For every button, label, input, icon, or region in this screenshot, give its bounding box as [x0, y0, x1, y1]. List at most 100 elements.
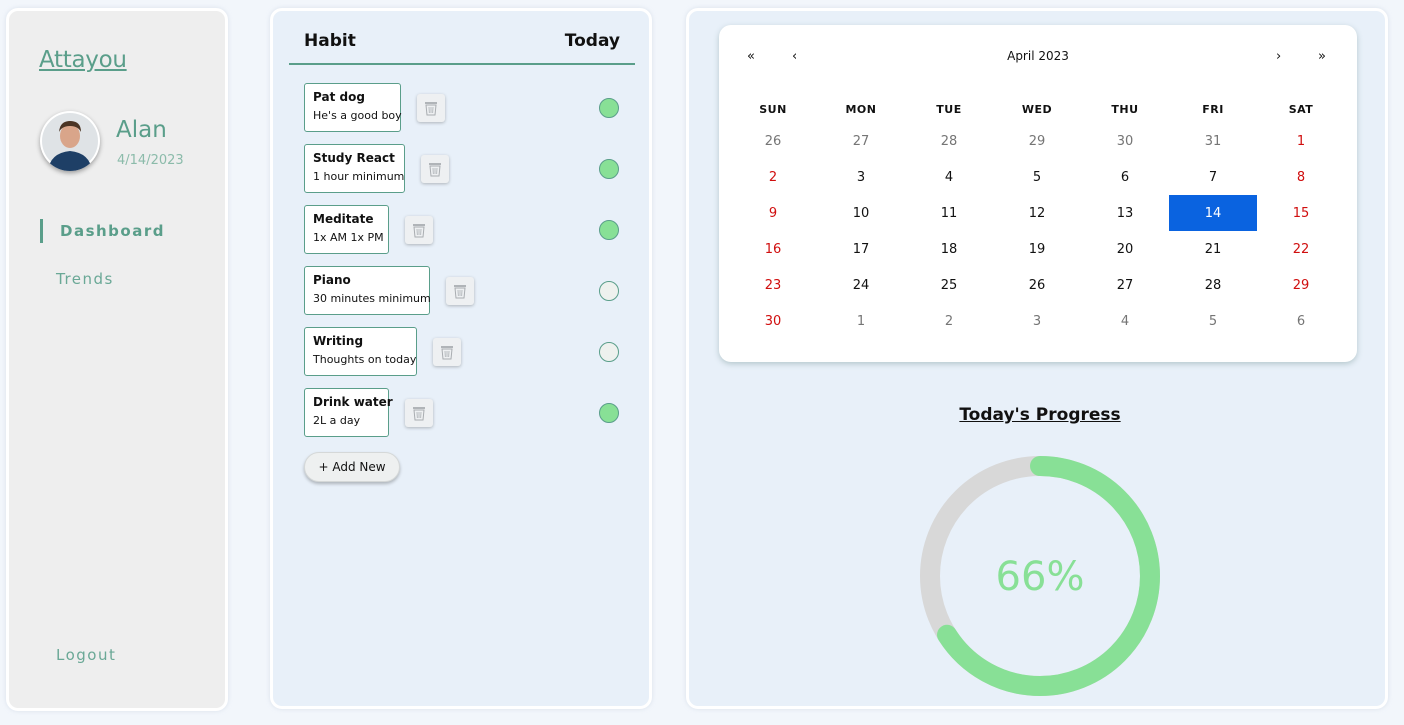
- delete-habit-button[interactable]: [421, 155, 449, 183]
- calendar-day[interactable]: 28: [905, 123, 993, 159]
- calendar-day[interactable]: 16: [729, 231, 817, 267]
- delete-habit-button[interactable]: [417, 94, 445, 122]
- calendar: « ‹ April 2023 › » SUN MON TUE WED THU FRI SAT…: [719, 25, 1357, 362]
- nav-active-indicator: [40, 219, 43, 243]
- calendar-day[interactable]: 25: [905, 267, 993, 303]
- habit-row: Study React 1 hour minimum: [304, 144, 624, 194]
- habit-card[interactable]: Pat dog He's a good boy: [304, 83, 402, 132]
- weekday-label: MON: [845, 102, 877, 116]
- calendar-day[interactable]: 18: [905, 231, 993, 267]
- calendar-week-row: 30 1 2 3 4 5 6: [729, 303, 1345, 339]
- calendar-day[interactable]: 8: [1257, 159, 1345, 195]
- add-habit-button[interactable]: + Add New: [304, 452, 400, 482]
- trash-icon: [425, 101, 437, 115]
- calendar-day[interactable]: 29: [993, 123, 1081, 159]
- today-column-header: Today: [564, 31, 620, 51]
- dashboard-panel: « ‹ April 2023 › » SUN MON TUE WED THU FRI SAT…: [686, 8, 1388, 709]
- calendar-day[interactable]: 9: [729, 195, 817, 231]
- habit-status-toggle[interactable]: [599, 403, 619, 423]
- habits-table-header: Habit Today: [289, 31, 635, 65]
- nav-dashboard[interactable]: Dashboard: [60, 222, 165, 240]
- habit-card[interactable]: Study React 1 hour minimum: [304, 144, 405, 193]
- calendar-day[interactable]: 30: [729, 303, 817, 339]
- weekday-header-row: SUN MON TUE WED THU FRI SAT: [729, 95, 1345, 123]
- delete-habit-button[interactable]: [433, 338, 461, 366]
- habit-title: Pat dog: [313, 90, 365, 104]
- habit-row: Drink water 2L a day: [304, 388, 624, 438]
- habit-status-toggle[interactable]: [599, 342, 619, 362]
- brand-logo[interactable]: Attayou: [39, 47, 127, 73]
- trash-icon: [413, 223, 425, 237]
- habit-status-toggle[interactable]: [599, 98, 619, 118]
- calendar-day[interactable]: 13: [1081, 195, 1169, 231]
- delete-habit-button[interactable]: [405, 216, 433, 244]
- calendar-day[interactable]: 14: [1169, 195, 1257, 231]
- calendar-week-row: 26 27 28 29 30 31 1: [729, 123, 1345, 159]
- delete-habit-button[interactable]: [446, 277, 474, 305]
- calendar-day[interactable]: 30: [1081, 123, 1169, 159]
- logout-button[interactable]: Logout: [56, 646, 116, 664]
- calendar-day[interactable]: 31: [1169, 123, 1257, 159]
- trash-icon: [429, 162, 441, 176]
- next-month-button[interactable]: ›: [1276, 49, 1281, 64]
- calendar-week-row: 16 17 18 19 20 21 22: [729, 231, 1345, 267]
- calendar-day[interactable]: 4: [1081, 303, 1169, 339]
- calendar-day[interactable]: 28: [1169, 267, 1257, 303]
- habit-card[interactable]: Drink water 2L a day: [304, 388, 393, 437]
- calendar-day[interactable]: 12: [993, 195, 1081, 231]
- calendar-day[interactable]: 21: [1169, 231, 1257, 267]
- habit-card[interactable]: Writing Thoughts on today: [304, 327, 417, 376]
- progress-ring: 66%: [920, 456, 1160, 696]
- progress-percent: 66%: [996, 554, 1085, 600]
- calendar-day[interactable]: 2: [905, 303, 993, 339]
- calendar-day[interactable]: 26: [993, 267, 1081, 303]
- calendar-day[interactable]: 4: [905, 159, 993, 195]
- calendar-day[interactable]: 3: [817, 159, 905, 195]
- calendar-day[interactable]: 1: [817, 303, 905, 339]
- calendar-day[interactable]: 1: [1257, 123, 1345, 159]
- habit-card[interactable]: Meditate 1x AM 1x PM: [304, 205, 389, 254]
- weekday-label: SAT: [1288, 102, 1314, 116]
- calendar-day[interactable]: 10: [817, 195, 905, 231]
- habit-row: Pat dog He's a good boy: [304, 83, 624, 133]
- next-year-button[interactable]: »: [1318, 49, 1326, 64]
- calendar-day[interactable]: 2: [729, 159, 817, 195]
- calendar-day[interactable]: 19: [993, 231, 1081, 267]
- calendar-day[interactable]: 22: [1257, 231, 1345, 267]
- habit-description: 2L a day: [313, 414, 361, 427]
- trash-icon: [441, 345, 453, 359]
- calendar-day[interactable]: 20: [1081, 231, 1169, 267]
- calendar-day[interactable]: 17: [817, 231, 905, 267]
- habit-status-toggle[interactable]: [599, 159, 619, 179]
- calendar-day[interactable]: 5: [1169, 303, 1257, 339]
- delete-habit-button[interactable]: [405, 399, 433, 427]
- calendar-day[interactable]: 29: [1257, 267, 1345, 303]
- trash-icon: [454, 284, 466, 298]
- user-name: Alan: [116, 117, 167, 143]
- habit-title: Drink water: [313, 395, 393, 409]
- calendar-day[interactable]: 26: [729, 123, 817, 159]
- calendar-day[interactable]: 15: [1257, 195, 1345, 231]
- calendar-day[interactable]: 27: [817, 123, 905, 159]
- weekday-label: TUE: [936, 102, 962, 116]
- habit-title: Writing: [313, 334, 364, 348]
- calendar-month-label[interactable]: April 2023: [719, 49, 1357, 63]
- habit-row: Meditate 1x AM 1x PM: [304, 205, 624, 255]
- habit-description: Thoughts on today: [313, 353, 417, 366]
- calendar-day[interactable]: 23: [729, 267, 817, 303]
- habit-row: Writing Thoughts on today: [304, 327, 624, 377]
- calendar-day[interactable]: 7: [1169, 159, 1257, 195]
- nav-trends[interactable]: Trends: [56, 270, 114, 288]
- progress-title: Today's Progress: [959, 405, 1121, 425]
- habit-card[interactable]: Piano 30 minutes minimum: [304, 266, 431, 315]
- habit-status-toggle[interactable]: [599, 220, 619, 240]
- calendar-day[interactable]: 5: [993, 159, 1081, 195]
- habit-status-toggle[interactable]: [599, 281, 619, 301]
- calendar-day[interactable]: 6: [1081, 159, 1169, 195]
- calendar-day[interactable]: 3: [993, 303, 1081, 339]
- weekday-label: SUN: [759, 102, 787, 116]
- calendar-day[interactable]: 6: [1257, 303, 1345, 339]
- calendar-day[interactable]: 24: [817, 267, 905, 303]
- calendar-day[interactable]: 11: [905, 195, 993, 231]
- calendar-day[interactable]: 27: [1081, 267, 1169, 303]
